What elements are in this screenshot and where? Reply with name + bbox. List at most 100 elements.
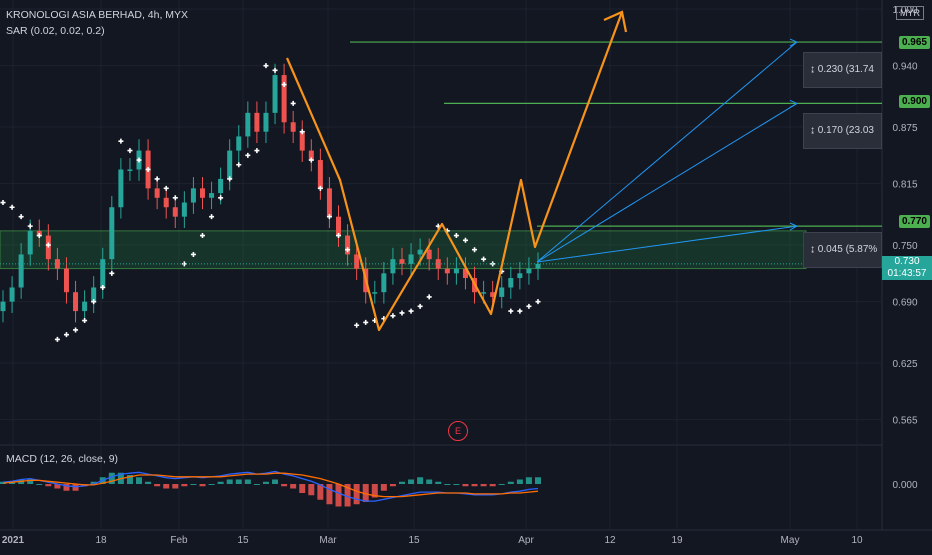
candle-body bbox=[254, 112, 260, 132]
candle-body bbox=[27, 230, 33, 255]
macd-histogram-bar bbox=[426, 479, 433, 484]
candle-body bbox=[426, 249, 432, 260]
macd-histogram-bar bbox=[408, 479, 415, 484]
time-tick-label: 18 bbox=[95, 535, 107, 546]
candle-body bbox=[354, 254, 360, 269]
risk-reward-box-1[interactable]: ↨ 0.230 (31.74 bbox=[803, 52, 882, 88]
candle-body bbox=[299, 131, 305, 151]
macd-histogram-bar bbox=[525, 477, 532, 484]
macd-histogram-bar bbox=[335, 484, 342, 507]
candle-body bbox=[73, 292, 79, 312]
candle-body bbox=[272, 75, 278, 113]
candle-body bbox=[181, 202, 187, 217]
macd-histogram-bar bbox=[253, 484, 260, 485]
macd-legend[interactable]: MACD (12, 26, close, 9) bbox=[6, 453, 118, 465]
macd-line bbox=[2, 470, 539, 502]
candle-body bbox=[481, 292, 487, 294]
candle-body bbox=[227, 150, 233, 179]
macd-histogram-bar bbox=[45, 484, 52, 487]
candle-body bbox=[218, 178, 224, 194]
candle-body bbox=[263, 112, 269, 132]
macd-histogram-bar bbox=[172, 484, 179, 489]
candle-body bbox=[118, 169, 124, 208]
target-tag-3: 0.770 bbox=[898, 215, 930, 228]
macd-histogram-bar bbox=[535, 477, 541, 484]
candle-body bbox=[163, 197, 169, 208]
candle-body bbox=[326, 188, 332, 217]
time-tick-label: Feb bbox=[170, 535, 188, 546]
time-tick-label: 15 bbox=[408, 535, 420, 546]
candle-body bbox=[526, 268, 532, 274]
macd-histogram-bar bbox=[244, 479, 251, 484]
macd-histogram-bar bbox=[154, 484, 161, 487]
candle-body bbox=[290, 122, 296, 132]
candle-body bbox=[408, 254, 414, 264]
macd-histogram-bar bbox=[516, 479, 523, 484]
macd-histogram-bar bbox=[380, 484, 387, 491]
time-tick-label: 15 bbox=[237, 535, 249, 546]
risk-reward-box-3[interactable]: ↨ 0.045 (5.87% bbox=[803, 232, 882, 268]
candle-body bbox=[18, 254, 24, 288]
macd-histogram-bar bbox=[417, 477, 424, 484]
price-tick-label: 0.815 bbox=[892, 180, 917, 191]
candle-body bbox=[517, 273, 523, 279]
risk-reward-label: 0.170 (23.03 bbox=[817, 125, 874, 136]
risk-reward-box-2[interactable]: ↨ 0.170 (23.03 bbox=[803, 113, 882, 149]
macd-histogram-bar bbox=[299, 484, 306, 493]
candle-body bbox=[381, 273, 387, 293]
candle-body bbox=[317, 160, 323, 189]
price-tick-label: 0.565 bbox=[892, 416, 917, 427]
target-tag-2: 0.900 bbox=[898, 95, 930, 108]
macd-histogram-bar bbox=[262, 481, 269, 484]
candle-body bbox=[9, 287, 15, 302]
current-price-value: 0.730 bbox=[894, 256, 920, 267]
sar-legend[interactable]: SAR (0.02, 0.02, 0.2) bbox=[6, 25, 105, 37]
candle-body bbox=[172, 207, 178, 217]
macd-zero-label: 0.000 bbox=[892, 480, 917, 491]
macd-histogram-bar bbox=[398, 481, 405, 484]
currency-badge[interactable]: MYR bbox=[896, 6, 924, 20]
macd-histogram-bar bbox=[498, 484, 505, 485]
macd-histogram-bar bbox=[480, 484, 487, 487]
macd-histogram-bar bbox=[281, 484, 288, 487]
macd-histogram-bar bbox=[290, 484, 297, 489]
candle-body bbox=[499, 287, 505, 297]
risk-reward-label: 0.045 (5.87% bbox=[817, 244, 878, 255]
measure-icon: ↨ bbox=[810, 64, 815, 75]
price-tick-label: 0.940 bbox=[892, 62, 917, 73]
macd-histogram-bar bbox=[181, 484, 188, 487]
time-tick-label: 12 bbox=[604, 535, 616, 546]
time-tick-label: Apr bbox=[518, 535, 534, 546]
candle-body bbox=[336, 216, 342, 236]
candle-body bbox=[236, 136, 242, 151]
candle-body bbox=[417, 249, 423, 255]
measure-icon: ↨ bbox=[810, 125, 815, 136]
time-tick-label: 10 bbox=[851, 535, 863, 546]
time-tick-label: May bbox=[781, 535, 800, 546]
macd-histogram-bar bbox=[326, 484, 333, 505]
macd-histogram-bar bbox=[235, 479, 242, 484]
macd-histogram-bar bbox=[308, 484, 315, 496]
price-pane bbox=[0, 0, 882, 445]
macd-histogram-bar bbox=[489, 484, 496, 487]
macd-histogram-bar bbox=[226, 479, 233, 484]
macd-histogram-bar bbox=[72, 484, 79, 491]
macd-histogram-bar bbox=[208, 484, 215, 485]
macd-histogram-bar bbox=[471, 484, 478, 487]
risk-reward-label: 0.230 (31.74 bbox=[817, 64, 874, 75]
macd-histogram-bar bbox=[353, 484, 360, 505]
candle-body bbox=[154, 188, 160, 198]
macd-histogram-bar bbox=[272, 479, 279, 484]
candle-body bbox=[0, 301, 6, 312]
symbol-legend[interactable]: KRONOLOGI ASIA BERHAD, 4h, MYX bbox=[6, 9, 188, 21]
macd-histogram-bar bbox=[136, 477, 143, 484]
macd-histogram-bar bbox=[462, 484, 469, 487]
price-chart[interactable]: 1.0000.9400.8750.8150.7500.6900.6250.565… bbox=[0, 0, 932, 550]
candle-body bbox=[109, 207, 115, 260]
candle-body bbox=[245, 112, 251, 137]
earnings-marker[interactable]: E bbox=[448, 421, 468, 441]
measure-icon: ↨ bbox=[810, 244, 815, 255]
candle-body bbox=[453, 268, 459, 274]
macd-histogram-bar bbox=[199, 484, 206, 487]
price-tick-label: 0.690 bbox=[892, 298, 917, 309]
